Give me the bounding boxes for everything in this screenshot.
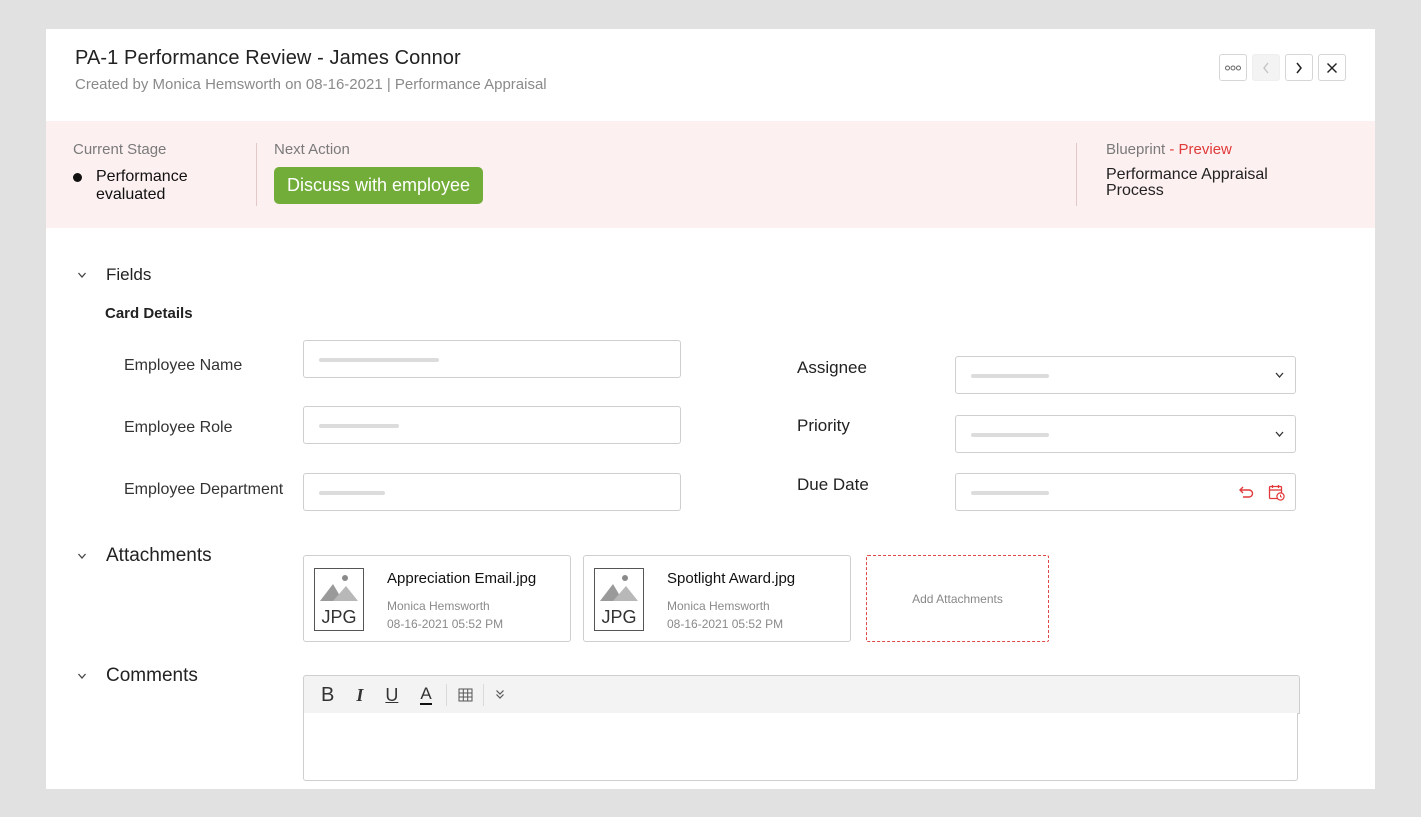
employee-role-field[interactable] xyxy=(303,406,681,444)
chevron-down-icon xyxy=(1275,372,1284,378)
priority-label: Priority xyxy=(797,416,850,435)
previous-button[interactable] xyxy=(1252,54,1280,81)
placeholder-bar xyxy=(971,491,1049,495)
due-date-field[interactable] xyxy=(955,473,1296,511)
record-title: PA-1 Performance Review - James Connor xyxy=(75,47,461,69)
undo-icon[interactable] xyxy=(1238,484,1254,500)
more-options-button[interactable] xyxy=(1219,54,1247,81)
card-details-heading: Card Details xyxy=(105,305,193,322)
stage-dot-icon xyxy=(73,173,82,182)
attachment-date: 08-16-2021 05:52 PM xyxy=(387,617,504,631)
due-date-actions xyxy=(1238,484,1285,501)
comment-editor: B I U A xyxy=(303,675,1300,781)
placeholder-bar xyxy=(319,358,439,362)
table-icon[interactable] xyxy=(458,688,473,702)
record-detail-panel: PA-1 Performance Review - James Connor C… xyxy=(46,29,1375,789)
blueprint-label-row: Blueprint - Preview xyxy=(1106,141,1306,158)
employee-department-field[interactable] xyxy=(303,473,681,511)
jpg-file-icon: JPG xyxy=(594,568,644,631)
italic-button[interactable]: I xyxy=(356,686,363,704)
more-horizontal-icon xyxy=(1225,65,1241,70)
assignee-label: Assignee xyxy=(797,358,867,377)
employee-department-label: Employee Department xyxy=(124,481,284,498)
chevron-down-icon xyxy=(78,272,86,278)
attachment-name: Spotlight Award.jpg xyxy=(667,570,796,587)
fields-section-title: Fields xyxy=(106,265,152,284)
close-button[interactable] xyxy=(1318,54,1346,81)
toolbar-divider xyxy=(482,683,484,706)
font-color-button[interactable]: A xyxy=(420,685,432,705)
jpg-file-icon: JPG xyxy=(314,568,364,631)
assignee-select[interactable] xyxy=(955,356,1296,394)
header-buttons xyxy=(1219,54,1346,81)
employee-role-label: Employee Role xyxy=(124,419,233,436)
current-stage-value: Performance evaluated xyxy=(73,168,233,204)
attachment-card[interactable]: JPG Spotlight Award.jpg Monica Hemsworth… xyxy=(583,555,851,642)
blueprint-label: Blueprint xyxy=(1106,141,1166,158)
comments-section-toggle[interactable]: Comments xyxy=(77,665,198,687)
chevron-left-icon xyxy=(1263,62,1269,73)
attachments-section-title: Attachments xyxy=(106,545,212,566)
employee-name-field[interactable] xyxy=(303,340,681,378)
chevron-right-icon xyxy=(1296,62,1302,73)
blueprint-stage-bar: Current Stage Performance evaluated Next… xyxy=(46,121,1375,228)
next-action: Next Action Discuss with employee xyxy=(274,141,484,204)
attachments-section-toggle[interactable]: Attachments xyxy=(77,545,212,567)
underline-button[interactable]: U xyxy=(385,686,398,704)
record-header: PA-1 Performance Review - James Connor C… xyxy=(75,47,547,93)
record-subtitle: Created by Monica Hemsworth on 08-16-202… xyxy=(75,76,547,93)
placeholder-bar xyxy=(319,491,385,495)
chevron-down-icon xyxy=(78,673,86,679)
close-icon xyxy=(1327,62,1337,73)
priority-select[interactable] xyxy=(955,415,1296,453)
more-tools-chevron-icon[interactable] xyxy=(495,689,505,700)
chevron-down-icon xyxy=(78,553,86,559)
attachment-name: Appreciation Email.jpg xyxy=(387,570,537,587)
due-date-label: Due Date xyxy=(797,475,869,494)
employee-name-label: Employee Name xyxy=(124,357,243,374)
current-stage: Current Stage Performance evaluated xyxy=(73,141,233,204)
next-action-label: Next Action xyxy=(274,141,350,158)
attachment-uploader: Monica Hemsworth xyxy=(387,599,490,613)
toolbar-divider xyxy=(445,683,447,706)
current-stage-label: Current Stage xyxy=(73,141,167,158)
file-type-label: JPG xyxy=(601,607,637,627)
chevron-down-icon xyxy=(1275,431,1284,437)
blueprint-name: Performance Appraisal Process xyxy=(1106,166,1268,199)
attachment-uploader: Monica Hemsworth xyxy=(667,599,770,613)
placeholder-bar xyxy=(319,424,399,428)
divider xyxy=(1076,143,1077,206)
divider xyxy=(256,143,257,206)
calendar-clock-icon[interactable] xyxy=(1268,484,1285,501)
placeholder-bar xyxy=(971,433,1049,437)
next-button[interactable] xyxy=(1285,54,1313,81)
bold-button[interactable]: B xyxy=(321,685,334,705)
current-stage-text: Performance evaluated xyxy=(96,168,188,203)
blueprint-preview-link[interactable]: - Preview xyxy=(1169,141,1232,158)
placeholder-bar xyxy=(971,374,1049,378)
attachment-date: 08-16-2021 05:52 PM xyxy=(667,617,784,631)
comment-textarea[interactable] xyxy=(303,713,1298,781)
blueprint-info: Blueprint - Preview Performance Appraisa… xyxy=(1106,141,1306,199)
image-placeholder-icon xyxy=(600,575,638,601)
fields-section-toggle[interactable]: Fields xyxy=(77,265,151,285)
comments-section-title: Comments xyxy=(106,665,198,686)
discuss-with-employee-button[interactable]: Discuss with employee xyxy=(274,167,484,204)
add-attachments-button[interactable]: Add Attachments xyxy=(866,555,1049,642)
attachment-card[interactable]: JPG Appreciation Email.jpg Monica Hemswo… xyxy=(303,555,571,642)
image-placeholder-icon xyxy=(320,575,358,601)
editor-toolbar: B I U A xyxy=(303,675,1300,714)
file-type-label: JPG xyxy=(321,607,357,627)
